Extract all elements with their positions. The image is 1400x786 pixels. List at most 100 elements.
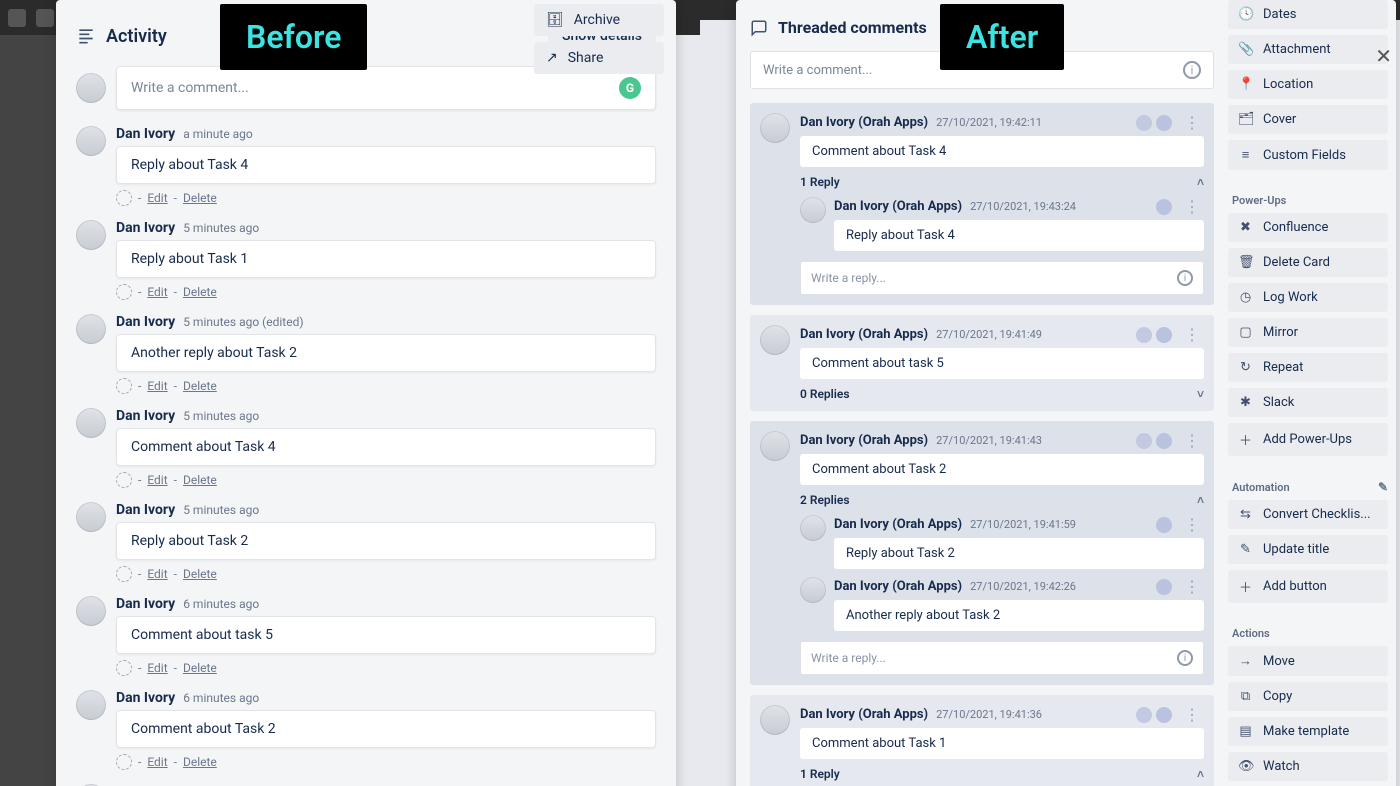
share-button[interactable]: ↗ Share <box>534 42 664 74</box>
auto-update-title-button[interactable]: ✎ Update title <box>1228 535 1388 564</box>
side-btn-label: Custom Fields <box>1263 148 1346 163</box>
reply-menu-button[interactable]: ⋮ <box>1180 515 1204 534</box>
chevron-icon: ˄ <box>1197 175 1204 189</box>
activity-title: Activity <box>106 26 167 47</box>
avatar <box>76 126 106 156</box>
delete-link[interactable]: Delete <box>183 191 217 205</box>
comment-author: Dan Ivory <box>116 596 175 612</box>
close-panel-button-right[interactable]: ✕ <box>1375 44 1392 68</box>
action-move-button[interactable]: → Move <box>1228 646 1388 676</box>
reaction-button[interactable] <box>116 566 132 582</box>
reaction-icon[interactable] <box>1136 707 1152 723</box>
reply-menu-button[interactable]: ⋮ <box>1180 577 1204 596</box>
thread-menu-button[interactable]: ⋮ <box>1180 113 1204 132</box>
reaction-icon[interactable] <box>1156 579 1172 595</box>
info-icon[interactable]: i <box>1177 270 1193 286</box>
thread-author: Dan Ivory (Orah Apps) <box>800 707 928 722</box>
thread-menu-button[interactable]: ⋮ <box>1180 325 1204 344</box>
after-badge: After <box>940 4 1064 70</box>
write-reply-input[interactable]: Write a reply... i <box>800 261 1204 295</box>
info-icon[interactable]: i <box>1183 61 1201 79</box>
reaction-icon[interactable] <box>1156 433 1172 449</box>
edit-link[interactable]: Edit <box>147 191 167 205</box>
reaction-icon[interactable] <box>1156 327 1172 343</box>
thread-row: Dan Ivory (Orah Apps) 27/10/2021, 19:41:… <box>750 695 1214 786</box>
reaction-icon[interactable] <box>1156 707 1172 723</box>
reply-count: 1 Reply <box>800 175 840 189</box>
delete-link[interactable]: Delete <box>183 285 217 299</box>
powerup-confluence-button[interactable]: ✖ Confluence <box>1228 213 1388 242</box>
reaction-icon[interactable] <box>1156 115 1172 131</box>
info-icon[interactable]: i <box>1177 650 1193 666</box>
reply-toggle[interactable]: 2 Replies ˄ <box>800 493 1204 507</box>
write-reply-input[interactable]: Write a reply... i <box>800 641 1204 675</box>
card-custom-fields-button[interactable]: ≡ Custom Fields <box>1228 140 1388 170</box>
edit-link[interactable]: Edit <box>147 567 167 581</box>
delete-link[interactable]: Delete <box>183 379 217 393</box>
confluence-icon: ✖ <box>1238 220 1253 235</box>
comment-text: Comment about task 5 <box>116 616 656 654</box>
reply-time: 27/10/2021, 19:41:59 <box>970 518 1076 531</box>
action-copy-button[interactable]: ⧉ Copy <box>1228 682 1388 711</box>
edit-link[interactable]: Edit <box>147 379 167 393</box>
reaction-icon[interactable] <box>1136 115 1152 131</box>
archive-button[interactable]: 🗄 Archive <box>534 4 664 36</box>
auto-add-button-button[interactable]: ＋ Add button <box>1228 570 1388 603</box>
reply-toggle[interactable]: 0 Replies ˅ <box>800 387 1204 401</box>
update-title-icon: ✎ <box>1238 542 1253 557</box>
card-cover-button[interactable]: 🗂 Cover <box>1228 105 1388 134</box>
share-label: Share <box>568 50 604 66</box>
delete-link[interactable]: Delete <box>183 661 217 675</box>
delete-link[interactable]: Delete <box>183 567 217 581</box>
avatar <box>76 73 106 103</box>
edit-link[interactable]: Edit <box>147 661 167 675</box>
reply-author: Dan Ivory (Orah Apps) <box>834 579 962 594</box>
reaction-button[interactable] <box>116 284 132 300</box>
comment-text: Another reply about Task 2 <box>116 334 656 372</box>
delete-link[interactable]: Delete <box>183 473 217 487</box>
action-make-template-button[interactable]: ▤ Make template <box>1228 717 1388 746</box>
reply-toggle[interactable]: 1 Reply ˄ <box>800 175 1204 189</box>
powerup-repeat-button[interactable]: ↻ Repeat <box>1228 353 1388 382</box>
thread-menu-button[interactable]: ⋮ <box>1180 705 1204 724</box>
add-button-icon: ＋ <box>1238 577 1253 596</box>
mirror-icon: ▢ <box>1238 325 1253 340</box>
card-location-button[interactable]: 📍 Location <box>1228 70 1388 99</box>
reply-toggle[interactable]: 1 Reply ˄ <box>800 767 1204 781</box>
archive-icon: 🗄 <box>546 12 564 28</box>
pencil-icon[interactable]: ✎ <box>1378 480 1388 494</box>
delete-card-icon: 🗑 <box>1238 255 1253 270</box>
comment-author: Dan Ivory <box>116 502 175 518</box>
card-dates-button[interactable]: 🕓 Dates <box>1228 0 1388 29</box>
powerup-mirror-button[interactable]: ▢ Mirror <box>1228 318 1388 347</box>
reaction-icon[interactable] <box>1136 327 1152 343</box>
side-btn-label: Location <box>1263 77 1313 92</box>
action-watch-button[interactable]: 👁 Watch <box>1228 752 1388 781</box>
reaction-icon[interactable] <box>1156 199 1172 215</box>
card-attachment-button[interactable]: 📎 Attachment <box>1228 35 1388 64</box>
chevron-icon: ˄ <box>1197 493 1204 507</box>
reaction-button[interactable] <box>116 190 132 206</box>
auto-convert-checklis--button[interactable]: ⇆ Convert Checklis... <box>1228 500 1388 529</box>
comment-text: Reply about Task 2 <box>116 522 656 560</box>
avatar <box>760 705 790 735</box>
edit-link[interactable]: Edit <box>147 285 167 299</box>
powerup-add-power-ups-button[interactable]: ＋ Add Power-Ups <box>1228 423 1388 456</box>
edit-link[interactable]: Edit <box>147 755 167 769</box>
reaction-icon[interactable] <box>1136 433 1152 449</box>
reaction-icon[interactable] <box>1156 517 1172 533</box>
reply-menu-button[interactable]: ⋮ <box>1180 197 1204 216</box>
reaction-button[interactable] <box>116 660 132 676</box>
reaction-button[interactable] <box>116 472 132 488</box>
edit-link[interactable]: Edit <box>147 473 167 487</box>
thread-author: Dan Ivory (Orah Apps) <box>800 433 928 448</box>
powerup-slack-button[interactable]: ✱ Slack <box>1228 388 1388 417</box>
delete-link[interactable]: Delete <box>183 755 217 769</box>
powerup-delete-card-button[interactable]: 🗑 Delete Card <box>1228 248 1388 277</box>
powerup-log-work-button[interactable]: ◷ Log Work <box>1228 283 1388 312</box>
comment-text: Comment about Task 4 <box>116 428 656 466</box>
reaction-button[interactable] <box>116 754 132 770</box>
thread-menu-button[interactable]: ⋮ <box>1180 431 1204 450</box>
avatar <box>800 577 826 603</box>
reaction-button[interactable] <box>116 378 132 394</box>
